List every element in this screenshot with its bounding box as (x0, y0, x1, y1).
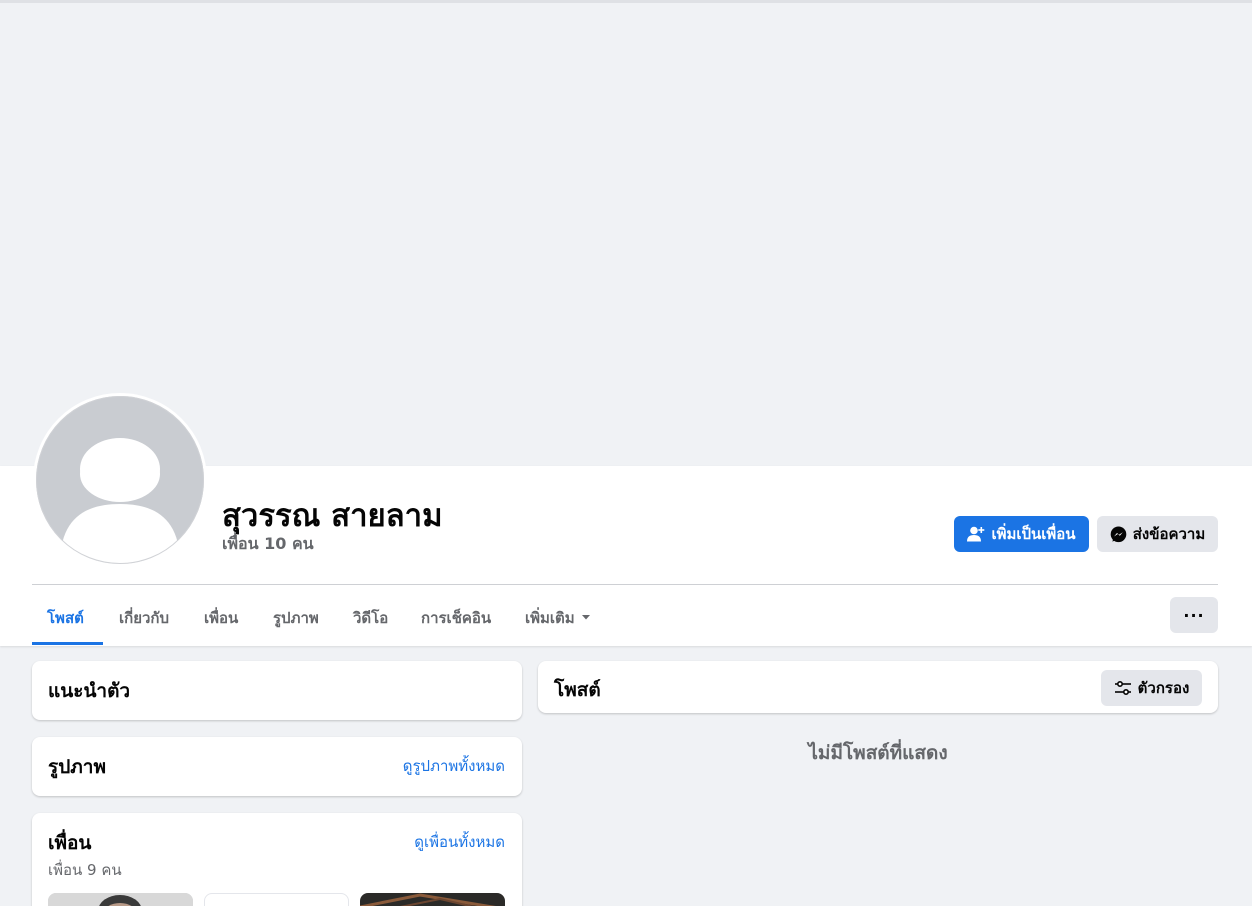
intro-title: แนะนำตัว (48, 680, 131, 702)
tab-photos-label: รูปภาพ (273, 609, 319, 627)
tab-videos[interactable]: วิดีโอ (353, 598, 388, 644)
default-avatar-icon (36, 396, 204, 564)
photos-title[interactable]: รูปภาพ (48, 752, 106, 782)
add-friend-label: เพิ่มเป็นเพื่อน (991, 525, 1076, 543)
add-friend-icon (967, 526, 985, 542)
friends-card: เพื่อน ดูเพื่อนทั้งหมด เพื่อน 9 คน (32, 813, 522, 906)
tab-checkins-label: การเช็คอิน (421, 609, 492, 627)
tab-posts-label: โพสต์ (47, 609, 84, 627)
friends-title[interactable]: เพื่อน (48, 828, 91, 858)
friends-count-subtitle: เพื่อน 9 คน (48, 861, 122, 879)
see-all-friends-link[interactable]: ดูเพื่อนทั้งหมด (414, 830, 505, 854)
tab-photos[interactable]: รูปภาพ (273, 598, 319, 644)
tab-more[interactable]: เพิ่มเติม (525, 598, 591, 644)
header-divider (32, 584, 1218, 585)
tab-friends[interactable]: เพื่อน (204, 598, 238, 644)
intro-card: แนะนำตัว (32, 661, 522, 720)
posts-title: โพสต์ (554, 679, 601, 701)
tab-posts[interactable]: โพสต์ (47, 598, 84, 644)
see-all-photos-link[interactable]: ดูรูปภาพทั้งหมด (403, 754, 505, 778)
filter-icon (1114, 681, 1131, 695)
friend-thumbnail[interactable] (360, 893, 505, 906)
filter-label: ตัวกรอง (1137, 679, 1190, 697)
send-message-button[interactable]: ส่งข้อความ (1097, 516, 1218, 552)
more-options-button[interactable]: ··· (1170, 597, 1218, 633)
send-message-label: ส่งข้อความ (1132, 525, 1206, 543)
no-posts-message: ไม่มีโพสต์ที่แสดง (808, 742, 948, 764)
friend-thumbnail[interactable] (204, 893, 349, 906)
friend-thumbnail[interactable] (48, 893, 193, 906)
tab-about-label: เกี่ยวกับ (119, 609, 170, 627)
photos-card: รูปภาพ ดูรูปภาพทั้งหมด (32, 737, 522, 796)
tab-videos-label: วิดีโอ (353, 609, 389, 627)
more-icon: ··· (1183, 605, 1205, 625)
chevron-down-icon (581, 615, 590, 620)
tab-checkins[interactable]: การเช็คอิน (421, 598, 491, 644)
profile-friends-count[interactable]: เพื่อน 10 คน (222, 532, 314, 557)
profile-avatar[interactable] (33, 393, 207, 567)
tab-about[interactable]: เกี่ยวกับ (119, 598, 169, 644)
filter-button[interactable]: ตัวกรอง (1101, 670, 1202, 706)
tab-more-label: เพิ่มเติม (525, 609, 575, 627)
active-tab-indicator (32, 642, 103, 645)
add-friend-button[interactable]: เพิ่มเป็นเพื่อน (954, 516, 1089, 552)
posts-card: โพสต์ ตัวกรอง (538, 661, 1218, 713)
messenger-icon (1110, 526, 1127, 542)
tab-friends-label: เพื่อน (204, 609, 239, 627)
